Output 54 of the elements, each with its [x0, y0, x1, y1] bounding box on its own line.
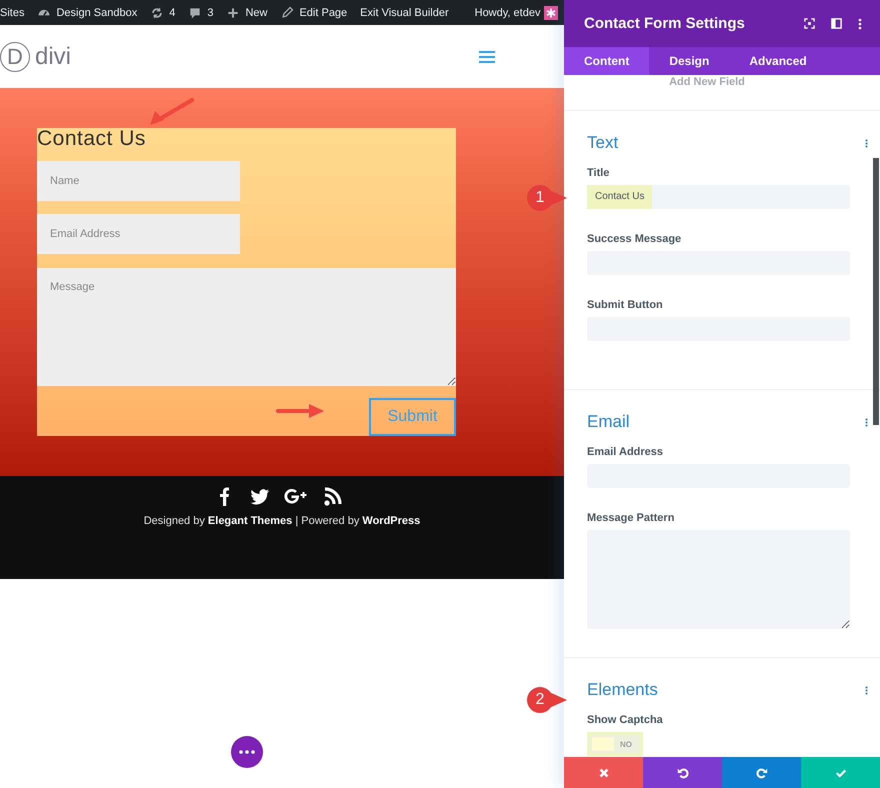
frame-icon[interactable]	[804, 18, 815, 29]
more-button[interactable]	[231, 736, 263, 768]
close-icon	[598, 766, 610, 778]
input-field[interactable]: Email Address	[37, 214, 240, 254]
menu-icon[interactable]	[478, 50, 496, 64]
kebab-icon[interactable]	[865, 138, 868, 148]
admin-bar-link[interactable]: Exit Visual Builder	[360, 6, 449, 18]
kebab-icon[interactable]	[858, 18, 862, 30]
pencil-icon	[280, 6, 294, 20]
refresh-icon	[150, 6, 164, 20]
bird-icon[interactable]	[249, 486, 269, 506]
tab[interactable]: Design	[649, 47, 730, 75]
kebab-icon[interactable]	[865, 416, 868, 428]
kebab-icon[interactable]	[865, 684, 868, 696]
section-title[interactable]: Text	[587, 133, 618, 153]
section-title[interactable]: Elements	[587, 680, 658, 700]
tab[interactable]: Advanced	[729, 47, 827, 75]
action-button[interactable]	[722, 757, 801, 788]
undo-icon	[676, 766, 688, 778]
field-label: Title	[587, 167, 610, 179]
arrow-icon	[148, 98, 194, 126]
speech-bubble-icon	[188, 6, 202, 20]
field-label: Submit Button	[587, 299, 664, 311]
rss-icon[interactable]	[323, 486, 343, 506]
section-title[interactable]: Email	[587, 412, 630, 432]
columns-icon[interactable]	[831, 18, 842, 29]
admin-bar-link[interactable]: 3	[188, 6, 214, 20]
admin-bar-link[interactable]: 4	[150, 6, 176, 20]
action-button[interactable]	[643, 757, 722, 788]
field-label: Email Address	[587, 446, 664, 458]
avatar-icon	[544, 6, 558, 20]
textarea-field[interactable]	[587, 530, 850, 629]
admin-bar-link[interactable]: Design Sandbox	[37, 6, 138, 20]
account-link[interactable]: Howdy, etdev	[474, 6, 558, 20]
admin-bar-link[interactable]: Sites	[0, 6, 24, 18]
redo-icon	[756, 766, 768, 778]
input-field[interactable]: Name	[37, 161, 240, 201]
site-logo[interactable]: D divi	[0, 42, 72, 72]
more-icon	[239, 750, 255, 754]
admin-bar-link[interactable]: New	[226, 6, 268, 20]
scrollbar[interactable]	[873, 158, 879, 425]
google-plus-icon[interactable]	[283, 486, 309, 506]
message-field[interactable]: Message	[37, 268, 456, 386]
field-label: Success Message	[587, 233, 682, 245]
form-title: Contact Us	[37, 128, 147, 152]
arrow-icon	[276, 404, 326, 418]
footer-credit: Designed by Elegant Themes | Powered by WordPress	[144, 515, 420, 527]
field-label: Message Pattern	[587, 512, 676, 524]
field-label: Show Captcha	[587, 714, 664, 726]
text-field[interactable]: Contact Us	[587, 185, 850, 209]
admin-bar-link[interactable]: Edit Page	[280, 6, 348, 20]
panel-title: Contact Form Settings	[584, 15, 745, 32]
plus-icon	[226, 6, 240, 20]
tab[interactable]: Content	[564, 47, 650, 75]
